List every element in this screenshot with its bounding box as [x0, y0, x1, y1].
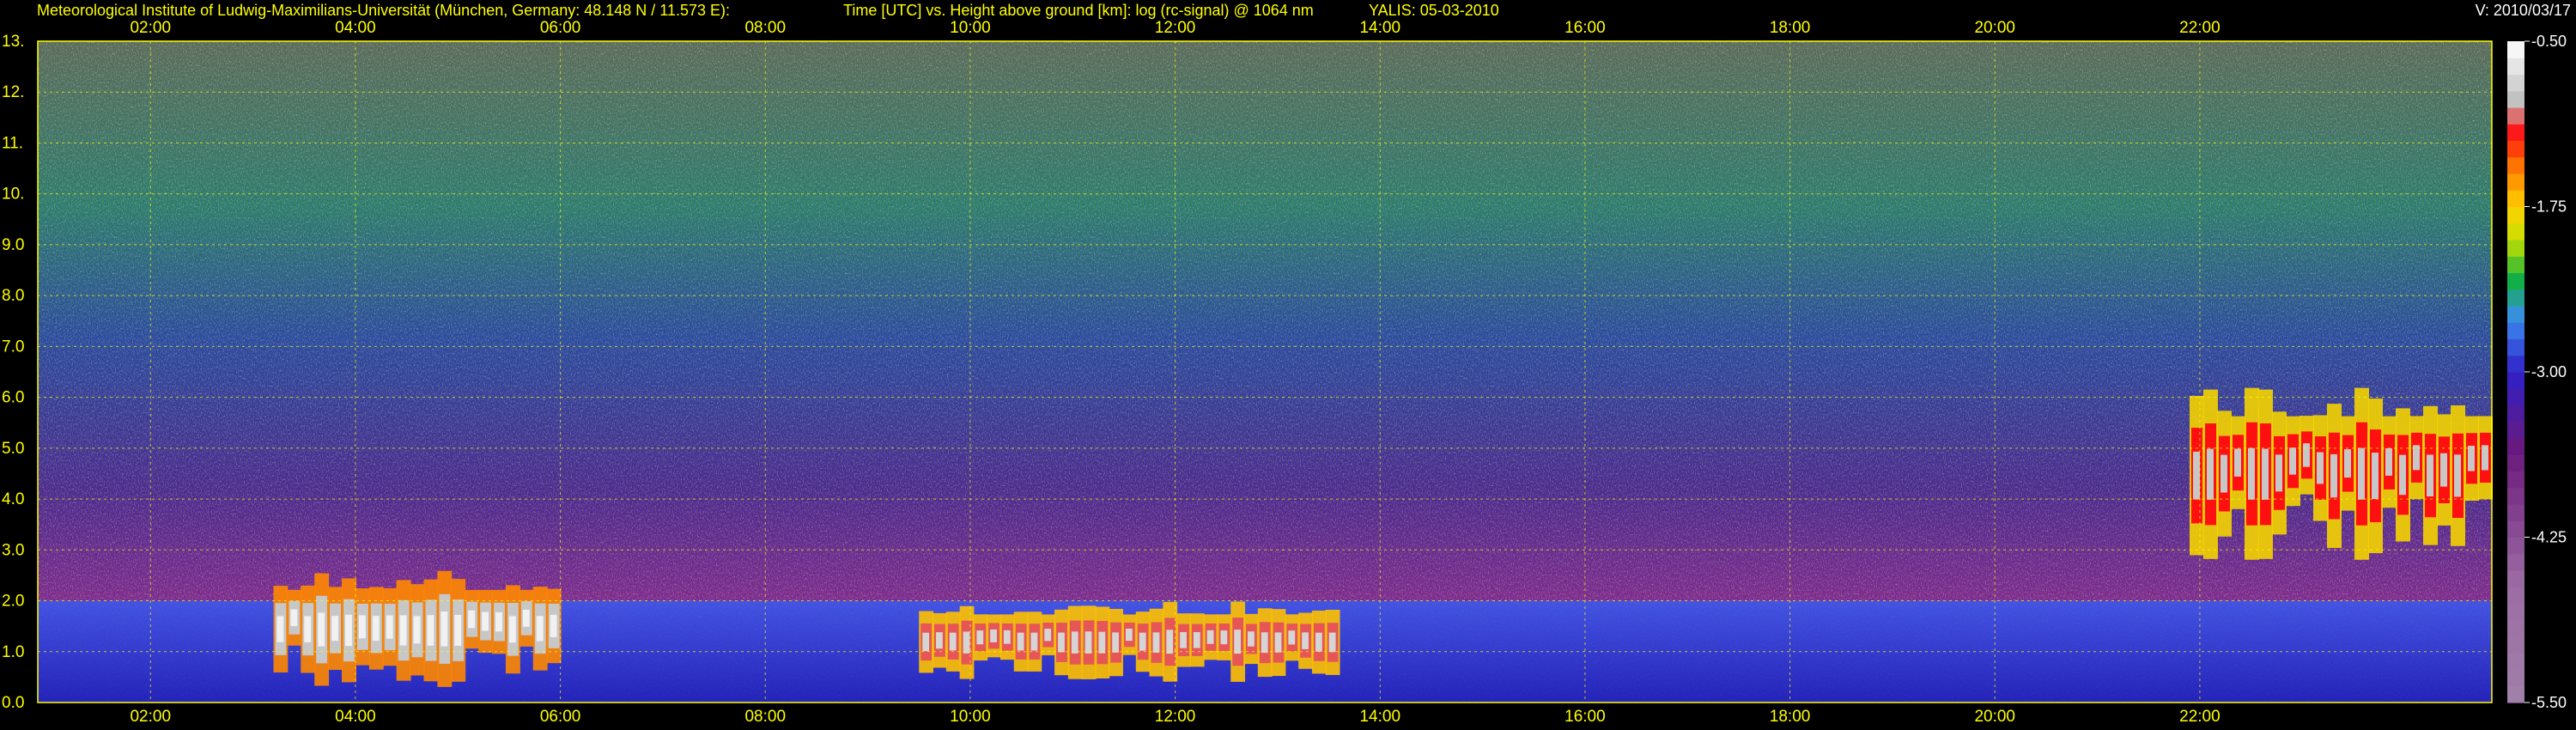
- x-tick-label-top: 18:00: [1770, 19, 1811, 37]
- colorbar-tick-label: -0.50: [2531, 33, 2567, 50]
- colorbar-segment: [2507, 90, 2524, 108]
- colorbar-segment: [2507, 454, 2524, 472]
- y-tick-label: 10.: [2, 186, 24, 204]
- colorbar-segment: [2507, 570, 2524, 587]
- x-tick-label-bottom: 06:00: [540, 708, 581, 726]
- colorbar-segment: [2507, 587, 2524, 605]
- colorbar-segment: [2507, 190, 2524, 208]
- colorbar-segment: [2507, 421, 2524, 439]
- colorbar-segment: [2507, 619, 2524, 637]
- colorbar-segment: [2507, 553, 2524, 571]
- y-tick-label: 7.0: [2, 338, 24, 356]
- colorbar-segment: [2507, 322, 2524, 340]
- colorbar-segment: [2507, 74, 2524, 92]
- x-tick-label-bottom: 18:00: [1770, 708, 1811, 726]
- colorbar-segment: [2507, 355, 2524, 373]
- colorbar-segment: [2507, 537, 2524, 555]
- colorbar-segment: [2507, 438, 2524, 455]
- plot-area: [38, 41, 2493, 703]
- colorbar-segment: [2507, 487, 2524, 505]
- colorbar-segment: [2507, 41, 2524, 58]
- x-tick-label-top: 06:00: [540, 19, 581, 37]
- x-tick-label-bottom: 12:00: [1155, 708, 1196, 726]
- colorbar-segment: [2507, 504, 2524, 521]
- y-tick-label: 12.: [2, 83, 24, 101]
- x-tick-label-top: 04:00: [335, 19, 376, 37]
- x-tick-label-bottom: 20:00: [1974, 708, 2015, 726]
- colorbar-tick-label: -3.00: [2531, 363, 2567, 380]
- colorbar-segment: [2507, 156, 2524, 174]
- colorbar-segment: [2507, 58, 2524, 76]
- y-tick-label: 6.0: [2, 389, 24, 407]
- colorbar-segment: [2507, 173, 2524, 191]
- colorbar-segment: [2507, 140, 2524, 158]
- colorbar-tick-label: -1.75: [2531, 198, 2567, 216]
- colorbar-segment: [2507, 338, 2524, 356]
- x-tick-label-bottom: 08:00: [744, 708, 786, 726]
- colorbar: -0.50 -1.75 -3.00 -4.25 -5.50: [2507, 33, 2567, 711]
- colorbar-segment: [2507, 603, 2524, 621]
- colorbar-segment: [2507, 306, 2524, 323]
- x-tick-label-bottom: 16:00: [1564, 708, 1606, 726]
- y-tick-label: 4.0: [2, 490, 24, 508]
- colorbar-segment: [2507, 372, 2524, 389]
- colorbar-segment: [2507, 272, 2524, 290]
- colorbar-segment: [2507, 256, 2524, 274]
- x-tick-label-bottom: 14:00: [1359, 708, 1400, 726]
- y-tick-label: 1.0: [2, 643, 24, 661]
- x-tick-label-top: 14:00: [1359, 19, 1400, 37]
- colorbar-segment: [2507, 388, 2524, 406]
- x-tick-label-top: 16:00: [1564, 19, 1606, 37]
- x-tick-label-top: 22:00: [2179, 19, 2221, 37]
- x-tick-label-top: 20:00: [1974, 19, 2015, 37]
- y-tick-label: 13.: [2, 33, 24, 51]
- y-tick-label: 5.0: [2, 440, 24, 458]
- x-tick-label-bottom: 22:00: [2179, 708, 2221, 726]
- colorbar-segment: [2507, 636, 2524, 654]
- y-tick-label: 3.0: [2, 541, 24, 559]
- y-tick-label: 9.0: [2, 236, 24, 254]
- colorbar-segment: [2507, 240, 2524, 257]
- x-tick-label-top: 12:00: [1155, 19, 1196, 37]
- colorbar-segment: [2507, 289, 2524, 307]
- cloud-feature: [273, 570, 562, 687]
- x-tick-label-bottom: 02:00: [130, 708, 171, 726]
- colorbar-segment: [2507, 206, 2524, 224]
- colorbar-tick-label: -5.50: [2531, 694, 2567, 711]
- y-tick-label: 2.0: [2, 593, 24, 611]
- y-tick-label: 0.0: [2, 694, 24, 712]
- colorbar-segment: [2507, 669, 2524, 687]
- x-tick-label-bottom: 10:00: [950, 708, 991, 726]
- colorbar-segment: [2507, 124, 2524, 142]
- colorbar-tick-label: -4.25: [2531, 529, 2567, 546]
- colorbar-segment: [2507, 685, 2524, 703]
- colorbar-segment: [2507, 471, 2524, 489]
- colorbar-segment: [2507, 520, 2524, 538]
- x-tick-label-top: 08:00: [744, 19, 786, 37]
- y-tick-label: 8.0: [2, 287, 24, 305]
- colorbar-segment: [2507, 107, 2524, 125]
- x-tick-label-bottom: 04:00: [335, 708, 376, 726]
- x-tick-label-top: 10:00: [950, 19, 991, 37]
- y-tick-label: 11.: [2, 134, 23, 152]
- x-tick-label-top: 02:00: [130, 19, 171, 37]
- lidar-time-height-plot: 02:00 02:00 04:00 04:00 06:00 06:00 08:00 08:00…: [2, 19, 2567, 726]
- colorbar-segment: [2507, 653, 2524, 671]
- colorbar-segment: [2507, 405, 2524, 423]
- colorbar-segment: [2507, 222, 2524, 240]
